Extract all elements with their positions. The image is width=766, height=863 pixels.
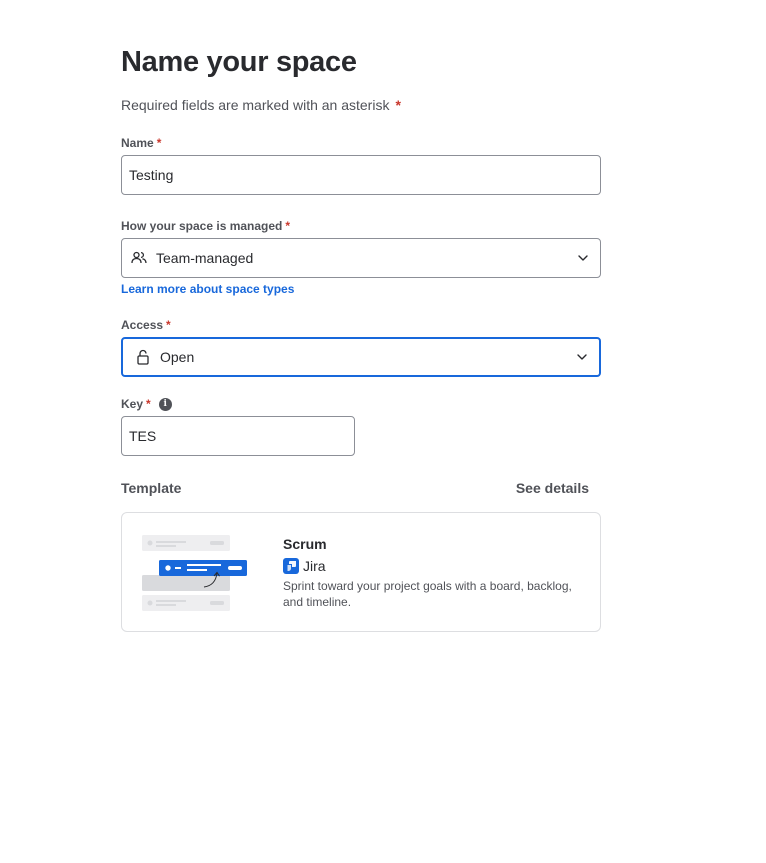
page-title: Name your space bbox=[121, 46, 357, 78]
management-select-value: Team-managed bbox=[156, 250, 254, 266]
chevron-down-icon bbox=[575, 350, 589, 364]
required-asterisk: * bbox=[156, 136, 162, 150]
access-select-value: Open bbox=[160, 349, 195, 365]
template-name: Scrum bbox=[283, 536, 327, 552]
people-icon bbox=[130, 249, 148, 267]
access-label: Access * bbox=[121, 318, 171, 332]
learn-more-space-types-link[interactable]: Learn more about space types bbox=[121, 282, 294, 296]
key-label: Key * i bbox=[121, 397, 172, 411]
see-details-button[interactable]: See details bbox=[516, 480, 589, 496]
required-note-text: Required fields are marked with an aster… bbox=[121, 97, 390, 113]
key-input[interactable]: TES bbox=[121, 416, 355, 456]
name-input-value: Testing bbox=[129, 167, 174, 183]
scrum-template-illustration bbox=[142, 535, 247, 611]
name-label-text: Name bbox=[121, 136, 154, 150]
jira-icon bbox=[283, 558, 299, 574]
template-card[interactable]: Scrum Jira Sprint toward your project go… bbox=[121, 512, 601, 632]
template-section-label: Template bbox=[121, 480, 182, 496]
chevron-down-icon bbox=[576, 251, 590, 265]
required-asterisk: * bbox=[166, 318, 171, 332]
name-input[interactable]: Testing bbox=[121, 155, 601, 195]
template-product: Jira bbox=[283, 558, 326, 574]
template-description: Sprint toward your project goals with a … bbox=[283, 579, 572, 609]
management-label: How your space is managed * bbox=[121, 219, 290, 233]
required-asterisk: * bbox=[285, 219, 291, 233]
required-asterisk: * bbox=[146, 397, 151, 411]
access-label-text: Access bbox=[121, 318, 164, 332]
unlock-icon bbox=[134, 348, 152, 366]
info-icon[interactable]: i bbox=[158, 397, 172, 411]
product-name: Jira bbox=[303, 558, 326, 574]
required-fields-note: Required fields are marked with an aster… bbox=[121, 97, 401, 113]
management-label-text: How your space is managed bbox=[121, 219, 283, 233]
key-input-value: TES bbox=[129, 428, 157, 444]
key-label-text: Key bbox=[121, 397, 144, 411]
access-select[interactable]: Open bbox=[121, 337, 601, 377]
management-select[interactable]: Team-managed bbox=[121, 238, 601, 278]
required-asterisk: * bbox=[395, 97, 401, 113]
name-label: Name * bbox=[121, 136, 161, 150]
